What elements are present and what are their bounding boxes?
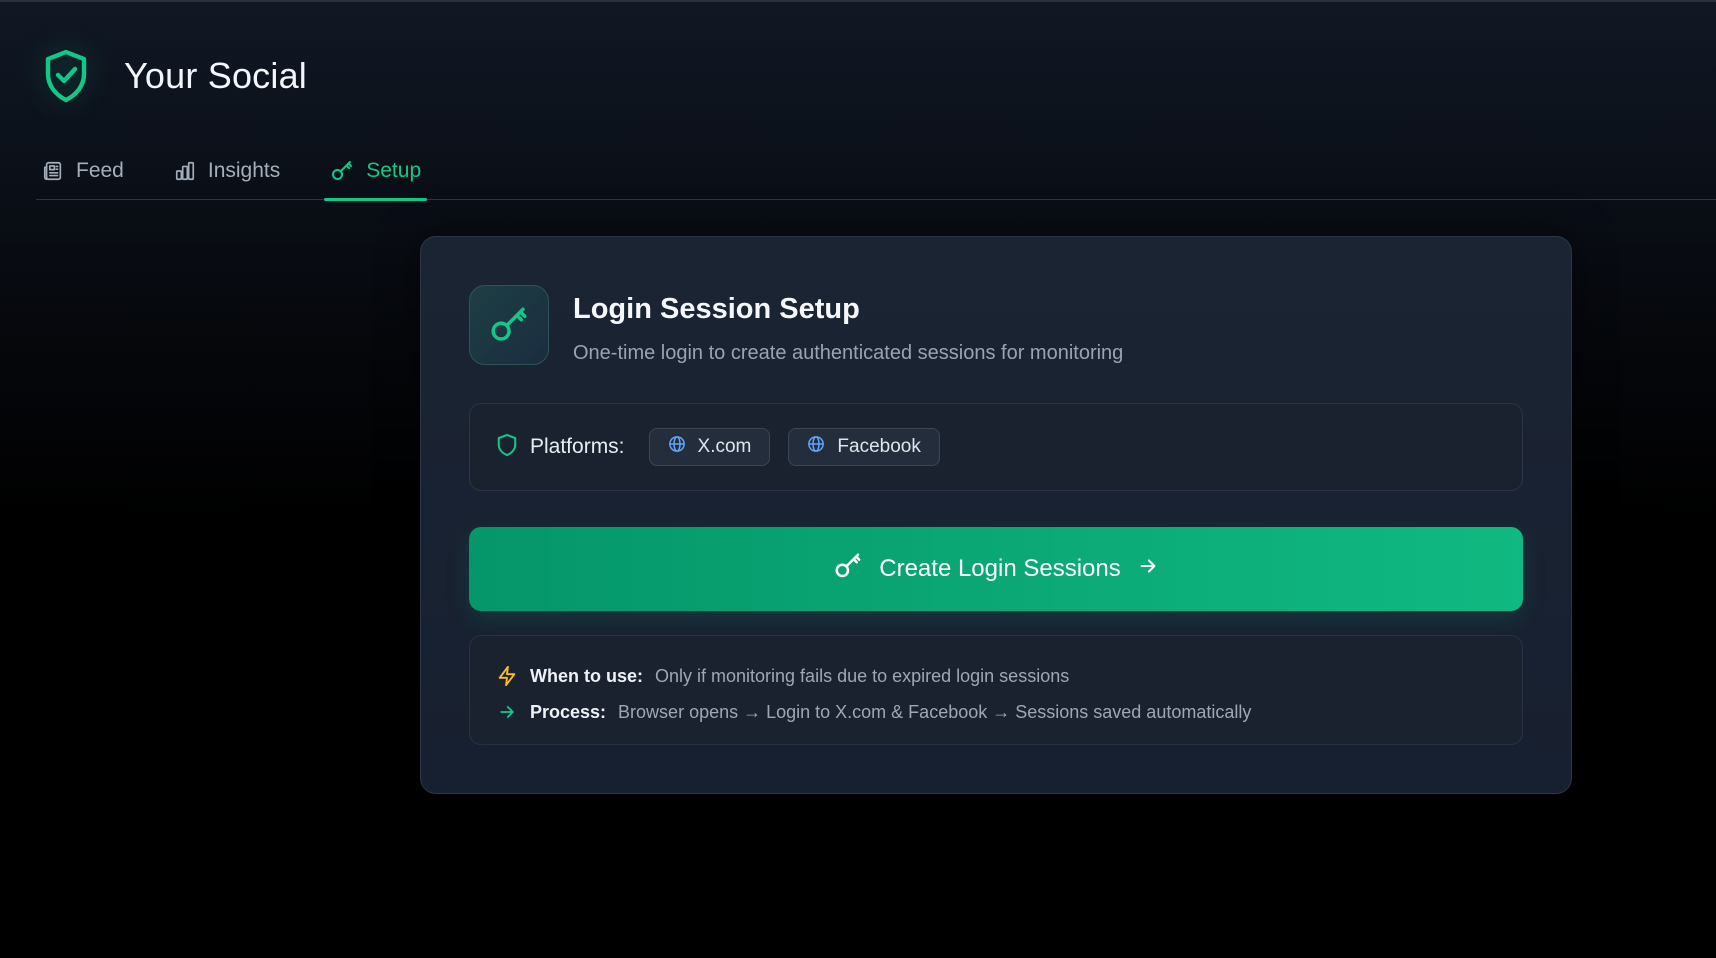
process-label: Process:: [530, 701, 607, 722]
key-icon: [330, 159, 354, 183]
card-header: Login Session Setup One-time login to cr…: [469, 285, 1123, 365]
platform-chip-label: X.com: [697, 436, 752, 457]
app-title: Your Social: [124, 55, 307, 96]
arrow-right-icon: [1137, 555, 1159, 584]
process-text: Browser opens → Login to X.com & Faceboo…: [618, 701, 1252, 722]
tab-setup-label: Setup: [366, 158, 422, 182]
platform-chip-facebook: Facebook: [788, 428, 940, 466]
lightning-icon: [496, 664, 518, 688]
platform-chip-x: X.com: [648, 428, 771, 466]
shield-icon: [496, 433, 518, 462]
platform-chip-label: Facebook: [837, 436, 921, 457]
when-to-use-text: Only if monitoring fails due to expired …: [655, 665, 1070, 686]
create-login-sessions-label: Create Login Sessions: [879, 555, 1121, 582]
key-icon: [833, 551, 863, 588]
tab-insights[interactable]: Insights: [168, 142, 286, 199]
when-to-use-label: When to use:: [530, 665, 643, 686]
platforms-label: Platforms:: [530, 435, 625, 458]
bar-chart-icon: [174, 160, 196, 182]
tab-feed[interactable]: Feed: [36, 142, 130, 199]
card-subtitle: One-time login to create authenticated s…: [573, 342, 1124, 364]
brand: Your Social: [38, 46, 307, 106]
create-login-sessions-button[interactable]: Create Login Sessions: [469, 527, 1523, 611]
process-row: Process: Browser opens → Login to X.com …: [496, 694, 1496, 730]
tab-setup[interactable]: Setup: [324, 142, 428, 201]
shield-check-icon: [38, 46, 94, 106]
globe-icon: [807, 435, 825, 459]
platforms-panel: Platforms: X.com Facebook: [469, 403, 1523, 491]
app-root: Your Social Feed Insights Setup Login Se…: [0, 0, 1716, 958]
arrow-right-icon: [496, 702, 518, 722]
login-setup-card: Login Session Setup One-time login to cr…: [420, 236, 1572, 794]
tab-insights-label: Insights: [207, 158, 281, 182]
globe-icon: [668, 435, 686, 459]
when-to-use-row: When to use: Only if monitoring fails du…: [496, 658, 1496, 694]
card-title: Login Session Setup: [573, 293, 860, 325]
key-icon: [469, 285, 549, 365]
main-tabs: Feed Insights Setup: [36, 142, 1716, 201]
newspaper-icon: [42, 160, 64, 182]
usage-info-panel: When to use: Only if monitoring fails du…: [469, 635, 1523, 745]
tab-feed-label: Feed: [76, 158, 124, 182]
